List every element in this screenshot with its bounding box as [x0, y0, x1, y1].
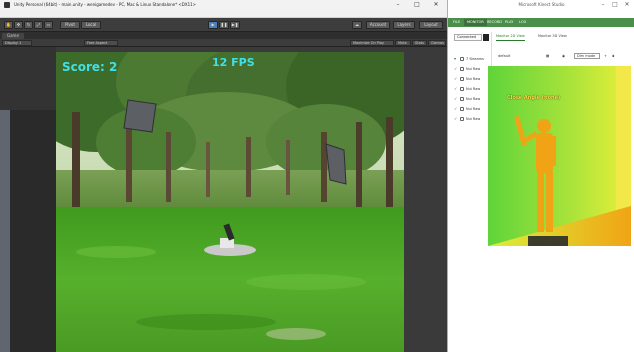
- account-dropdown[interactable]: Account: [366, 21, 390, 29]
- kinect-close-icon[interactable]: ✕: [622, 0, 632, 10]
- tab-log[interactable]: LOG: [516, 19, 529, 26]
- layout-dropdown[interactable]: Layout: [419, 21, 443, 29]
- checkbox-icon[interactable]: ✓: [454, 97, 458, 101]
- stream-icon: [460, 77, 464, 81]
- stream-icon: [460, 107, 464, 111]
- background-window-edge: [0, 110, 10, 352]
- fit-icon[interactable]: ⧗: [612, 52, 614, 60]
- stream-icon: [460, 117, 464, 121]
- add-icon[interactable]: +: [604, 52, 607, 60]
- local-toggle[interactable]: Local: [81, 21, 101, 29]
- view-toolbar: default ▦ ◉ Dim mode + ⧗: [496, 52, 632, 60]
- stream-icon: [460, 87, 464, 91]
- game-scene: [56, 52, 404, 352]
- grid-icon[interactable]: ▦: [546, 52, 549, 60]
- game-view-letterbox-right: [404, 47, 447, 352]
- tab-play[interactable]: PLAY: [502, 19, 516, 26]
- stream-row[interactable]: ✓ Nui Raw: [454, 116, 490, 122]
- view-mode-label: default: [498, 54, 511, 58]
- depth-image: [488, 66, 631, 246]
- stream-row[interactable]: ✓ Nui Raw: [454, 66, 490, 72]
- checkbox-icon[interactable]: ✓: [454, 117, 458, 121]
- rect-tool-icon[interactable]: ▭: [44, 21, 53, 29]
- stream-icon: [460, 97, 464, 101]
- streams-panel: Connected ▾ 7 Streams ✓ Nui Raw ✓ Nui Ra…: [452, 32, 492, 352]
- aspect-dropdown[interactable]: Free Aspect: [84, 40, 118, 46]
- view-tabs: Monitor 2D View Monitor 3D View: [496, 32, 632, 41]
- kinect-maximize-icon[interactable]: □: [610, 0, 620, 10]
- tab-file[interactable]: FILE: [450, 19, 463, 26]
- scale-tool-icon[interactable]: ⤢: [34, 21, 43, 29]
- display-dropdown[interactable]: Display 1: [2, 40, 32, 46]
- pivot-toggle[interactable]: Pivot: [60, 21, 80, 29]
- close-icon[interactable]: ✕: [429, 0, 443, 10]
- pause-button[interactable]: ❚❚: [219, 21, 229, 29]
- tab-2d-view[interactable]: Monitor 2D View: [496, 32, 525, 41]
- tab-3d-view[interactable]: Monitor 3D View: [538, 32, 567, 40]
- kinect-tab-bar: FILE MONITOR RECORD PLAY LOG: [448, 18, 634, 27]
- stats-toggle[interactable]: Stats: [412, 40, 427, 46]
- score-label: Score: 2: [62, 60, 118, 74]
- stream-row[interactable]: ✓ Nui Raw: [454, 86, 490, 92]
- unity-toolbar: ✋ ✥ ↻ ⤢ ▭ Pivot Local ▶ ❚❚ ▶❚ ☁ Account …: [0, 18, 447, 32]
- checkbox-icon[interactable]: ✓: [454, 77, 458, 81]
- stream-row[interactable]: ✓ Nui Raw: [454, 76, 490, 82]
- mute-toggle[interactable]: Mute: [395, 40, 411, 46]
- unity-window-title: Unity Personal (64bit) - main.unity - we…: [14, 2, 197, 7]
- play-button[interactable]: ▶: [208, 21, 218, 29]
- rotate-tool-icon[interactable]: ↻: [24, 21, 33, 29]
- dim-mode-dropdown[interactable]: Dim mode: [574, 53, 600, 59]
- game-view-letterbox-left: [0, 47, 56, 352]
- game-view-toolbar: Display 1 Free Aspect Maximize On Play M…: [0, 39, 447, 47]
- checkbox-icon[interactable]: ✓: [454, 107, 458, 111]
- cloud-icon[interactable]: ☁: [352, 21, 362, 29]
- view-empty-area: [489, 246, 634, 352]
- minimize-icon[interactable]: –: [391, 0, 405, 10]
- unity-menu-bar: File Edit Assets GameObject Component Mo…: [0, 10, 447, 26]
- depth-overlay-label: Close Angle (none): [507, 95, 561, 101]
- expand-icon[interactable]: ▾: [454, 57, 458, 61]
- fps-label: 12 FPS: [212, 56, 255, 69]
- streams-header[interactable]: ▾ 7 Streams: [454, 56, 490, 62]
- move-tool-icon[interactable]: ✥: [14, 21, 23, 29]
- stream-icon: [460, 67, 464, 71]
- checkbox-icon[interactable]: ✓: [454, 67, 458, 71]
- unity-logo-icon: [4, 2, 10, 8]
- hand-tool-icon[interactable]: ✋: [4, 21, 13, 29]
- checkbox-icon[interactable]: ✓: [454, 87, 458, 91]
- stream-group-icon: [460, 57, 464, 61]
- game-view[interactable]: Score: 2 12 FPS: [56, 52, 404, 352]
- stream-row[interactable]: ✓ Nui Raw: [454, 96, 490, 102]
- layers-dropdown[interactable]: Layers: [393, 21, 415, 29]
- game-tab-bar: Game: [0, 32, 447, 39]
- kinect-minimize-icon[interactable]: –: [598, 0, 608, 10]
- maximize-on-play-toggle[interactable]: Maximize On Play: [350, 40, 394, 46]
- letterbox-dark: [10, 110, 56, 352]
- unity-title-bar: Unity Personal (64bit) - main.unity - we…: [0, 0, 447, 10]
- eye-icon[interactable]: ◉: [562, 52, 565, 60]
- connect-button[interactable]: Connected: [454, 34, 482, 41]
- desktop: Unity Personal (64bit) - main.unity - we…: [0, 0, 634, 352]
- depth-image-view[interactable]: Close Angle (none): [488, 66, 631, 246]
- unity-editor-window: Unity Personal (64bit) - main.unity - we…: [0, 0, 447, 352]
- stop-icon[interactable]: [483, 34, 489, 41]
- step-button[interactable]: ▶❚: [230, 21, 240, 29]
- gizmos-dropdown[interactable]: Gizmos: [428, 40, 446, 46]
- stream-row[interactable]: ✓ Nui Raw: [454, 106, 490, 112]
- maximize-icon[interactable]: □: [410, 0, 424, 10]
